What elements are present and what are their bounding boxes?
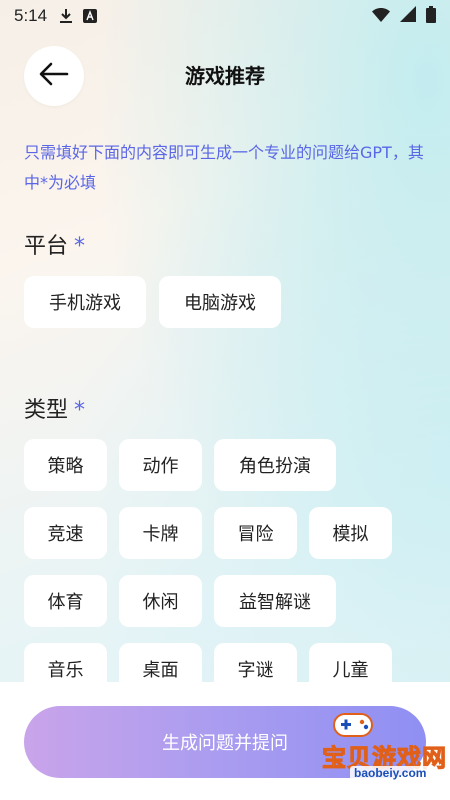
genre-chip-puzzle[interactable]: 益智解谜 <box>214 575 336 627</box>
genre-chip-strategy[interactable]: 策略 <box>24 439 107 491</box>
cell-signal-icon <box>400 6 416 26</box>
generate-question-label: 生成问题并提问 <box>162 733 288 754</box>
download-icon <box>59 8 73 24</box>
genre-chip-casual[interactable]: 休闲 <box>119 575 202 627</box>
platform-title-label: 平台 <box>24 234 69 259</box>
page-title: 游戏推荐 <box>185 64 265 88</box>
genre-section-title: 类型 * <box>24 392 85 424</box>
font-a-icon <box>83 9 98 23</box>
genre-title-label: 类型 <box>24 398 69 423</box>
required-mark: * <box>74 234 86 259</box>
battery-icon <box>426 5 436 27</box>
platform-chip-pc[interactable]: 电脑游戏 <box>159 276 281 328</box>
generate-question-button[interactable]: 生成问题并提问 <box>24 706 426 778</box>
genre-chip-card[interactable]: 卡牌 <box>119 507 202 559</box>
platform-chip-mobile[interactable]: 手机游戏 <box>24 276 146 328</box>
wifi-icon <box>372 7 390 26</box>
genre-chip-rpg[interactable]: 角色扮演 <box>214 439 336 491</box>
genre-chip-racing[interactable]: 竞速 <box>24 507 107 559</box>
genre-chip-sports[interactable]: 体育 <box>24 575 107 627</box>
genre-chip-action[interactable]: 动作 <box>119 439 202 491</box>
status-bar: 5:14 <box>0 0 450 32</box>
status-time: 5:14 <box>14 6 48 25</box>
genre-chip-adventure[interactable]: 冒险 <box>214 507 297 559</box>
platform-section-title: 平台 * <box>24 228 85 260</box>
required-mark: * <box>74 398 86 423</box>
genre-chip-simulation[interactable]: 模拟 <box>309 507 392 559</box>
intro-text: 只需填好下面的内容即可生成一个专业的问题给GPT，其中*为必填 <box>24 143 424 192</box>
